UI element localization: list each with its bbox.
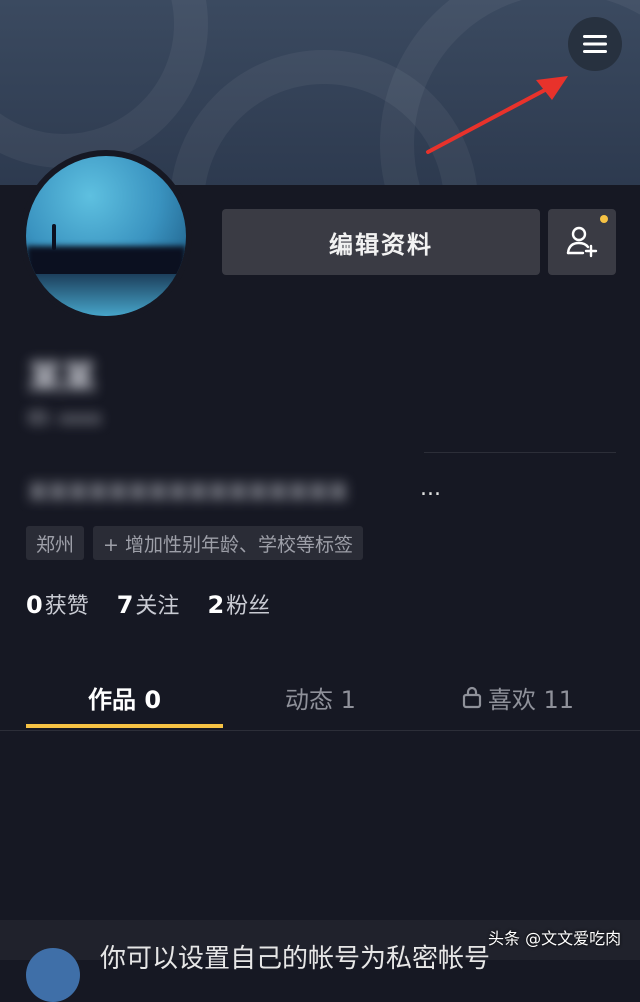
profile-stats: 0获赞 7关注 2粉丝 [26, 588, 298, 620]
profile-divider [424, 452, 616, 453]
bio-ellipsis: ... [420, 476, 441, 501]
location-tag[interactable]: 郑州 [26, 526, 85, 560]
add-friend-icon [566, 226, 598, 258]
likes-stat[interactable]: 0获赞 [26, 588, 89, 620]
edit-profile-button[interactable]: 编辑资料 [222, 209, 540, 275]
watermark: 头条 @文文爱吃肉 [488, 929, 622, 948]
tab-works[interactable]: 作品 0 [26, 675, 223, 719]
user-id: ID: xxxx [28, 408, 102, 429]
avatar[interactable] [20, 150, 192, 322]
notice-icon [26, 948, 80, 1002]
tab-likes[interactable]: 喜欢 11 [418, 675, 618, 719]
tab-likes-label: 喜欢 11 [487, 685, 575, 714]
lock-icon [462, 686, 482, 709]
tab-divider [0, 730, 640, 731]
notice-text: 你可以设置自己的帐号为私密帐号 [100, 944, 491, 974]
bio-text: 某某某某某某某某某某某某某某某某 [28, 480, 348, 504]
tab-activity[interactable]: 动态 1 [222, 675, 419, 719]
username: 某某 [28, 358, 96, 398]
tab-indicator [26, 724, 223, 728]
followers-stat[interactable]: 2粉丝 [207, 588, 270, 620]
add-friend-button[interactable] [548, 209, 616, 275]
notification-dot [600, 215, 608, 223]
add-tags-button[interactable]: + 增加性别年龄、学校等标签 [93, 526, 363, 560]
following-stat[interactable]: 7关注 [117, 588, 180, 620]
